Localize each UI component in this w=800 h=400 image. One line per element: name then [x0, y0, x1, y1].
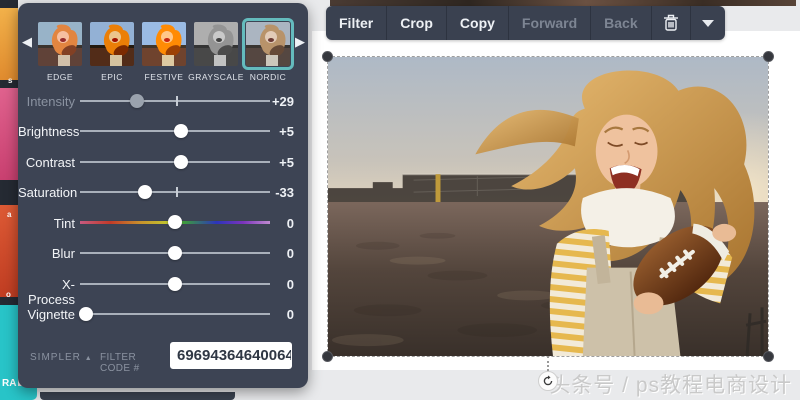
- slider-row-contrast: Contrast +5: [18, 154, 308, 170]
- slider-row-intensity: Intensity +29: [18, 93, 308, 109]
- filter-button[interactable]: Filter: [326, 6, 386, 40]
- slider-value: 0: [268, 277, 294, 292]
- slider-row-saturation: Saturation -33: [18, 184, 308, 200]
- slider-value: 0: [268, 246, 294, 261]
- sidebar-card-orange[interactable]: [0, 8, 18, 80]
- slider-track[interactable]: [80, 252, 270, 254]
- slider-thumb[interactable]: [130, 94, 144, 108]
- slider-label: Intensity: [18, 94, 75, 109]
- thumbnails-prev-button[interactable]: ◀: [22, 35, 32, 48]
- copy-button[interactable]: Copy: [446, 6, 508, 40]
- filter-preview-image: [246, 22, 290, 66]
- slider-row-xprocess: X-Process 0: [18, 276, 308, 292]
- slider-thumb[interactable]: [79, 307, 93, 321]
- filter-thumbnail-epic[interactable]: EPIC: [90, 22, 134, 82]
- background-tab-strip: [40, 392, 235, 400]
- resize-handle-bottom-left[interactable]: [322, 351, 333, 362]
- crop-button[interactable]: Crop: [386, 6, 446, 40]
- filter-code-label: FILTER CODE #: [100, 352, 164, 374]
- slider-value: 0: [268, 307, 294, 322]
- slider-thumb[interactable]: [168, 246, 182, 260]
- slider-label: Blur: [18, 246, 75, 261]
- slider-value: +5: [268, 124, 294, 139]
- sidebar-thumbnails-strip: s a o RA: [0, 0, 18, 400]
- sidebar-label-fragment: o: [6, 290, 11, 299]
- slider-track[interactable]: [80, 283, 270, 285]
- slider-track[interactable]: [80, 100, 270, 102]
- trash-icon: [663, 14, 679, 32]
- slider-value: 0: [268, 216, 294, 231]
- filter-preview-image: [38, 22, 82, 66]
- slider-thumb[interactable]: [168, 277, 182, 291]
- rotate-handle[interactable]: [538, 371, 558, 391]
- caret-down-icon: [702, 20, 714, 27]
- filter-preview-image: [142, 22, 186, 66]
- thumbnails-next-button[interactable]: ▶: [295, 35, 305, 48]
- slider-label: Vignette: [18, 307, 75, 322]
- resize-handle-bottom-right[interactable]: [763, 351, 774, 362]
- slider-track[interactable]: [80, 191, 270, 193]
- slider-row-blur: Blur 0: [18, 245, 308, 261]
- filter-panel: ◀ ▶ EDGE EPIC FESTIVE GRAYSCALE NORDIC I…: [18, 3, 308, 388]
- beach-photo[interactable]: [328, 57, 768, 356]
- slider-default-tick: [176, 187, 178, 197]
- slider-default-tick: [176, 96, 178, 106]
- slider-label: Brightness: [18, 124, 75, 139]
- photo-editor: 头条号 / ps教程电商设计 s a o RA Filter Crop Copy…: [0, 0, 800, 400]
- filter-thumbnail-edge[interactable]: EDGE: [38, 22, 82, 82]
- sidebar-card-pink[interactable]: [0, 88, 18, 180]
- sidebar-card-teal-footer[interactable]: [0, 386, 37, 400]
- delete-button[interactable]: [651, 6, 690, 40]
- slider-label: Tint: [18, 216, 75, 231]
- filter-thumbnail-nordic[interactable]: NORDIC: [246, 22, 290, 82]
- slider-thumb[interactable]: [168, 215, 182, 229]
- context-toolbar: Filter Crop Copy Forward Back: [326, 6, 725, 40]
- slider-label: Contrast: [18, 155, 75, 170]
- filter-thumbnail-festive[interactable]: FESTIVE: [142, 22, 186, 82]
- slider-thumb[interactable]: [174, 124, 188, 138]
- simpler-toggle[interactable]: SIMPLER ▲: [30, 352, 93, 363]
- more-options-button[interactable]: [690, 6, 725, 40]
- sidebar-label-fragment: a: [7, 210, 11, 219]
- slider-track[interactable]: [80, 130, 270, 132]
- slider-label: Saturation: [18, 185, 75, 200]
- slider-value: +5: [268, 155, 294, 170]
- filter-code-input[interactable]: [170, 342, 292, 369]
- rotate-icon: [542, 375, 554, 387]
- filter-preview-image: [90, 22, 134, 66]
- slider-row-vignette: Vignette 0: [18, 306, 308, 322]
- collapse-arrow-icon: ▲: [85, 355, 93, 362]
- sidebar-label-fragment: s: [8, 76, 12, 85]
- slider-value: +29: [268, 94, 294, 109]
- slider-track[interactable]: [80, 221, 270, 224]
- selected-image-frame[interactable]: [327, 56, 769, 357]
- slider-thumb[interactable]: [138, 185, 152, 199]
- watermark-text: 头条号 / ps教程电商设计: [549, 369, 792, 399]
- filter-preview-image: [194, 22, 238, 66]
- resize-handle-top-left[interactable]: [322, 51, 333, 62]
- filter-thumbnail-grayscale[interactable]: GRAYSCALE: [194, 22, 238, 82]
- slider-row-tint: Tint 0: [18, 215, 308, 231]
- slider-label: X-Process: [18, 277, 75, 307]
- slider-track[interactable]: [80, 313, 270, 315]
- simpler-label: SIMPLER: [30, 352, 81, 363]
- slider-thumb[interactable]: [174, 155, 188, 169]
- forward-button: Forward: [508, 6, 590, 40]
- slider-value: -33: [268, 185, 294, 200]
- rotate-connector: [547, 356, 549, 371]
- filter-thumbnail-label: NORDIC: [236, 72, 300, 82]
- back-button: Back: [590, 6, 650, 40]
- slider-track[interactable]: [80, 161, 270, 163]
- resize-handle-top-right[interactable]: [763, 51, 774, 62]
- slider-row-brightness: Brightness +5: [18, 123, 308, 139]
